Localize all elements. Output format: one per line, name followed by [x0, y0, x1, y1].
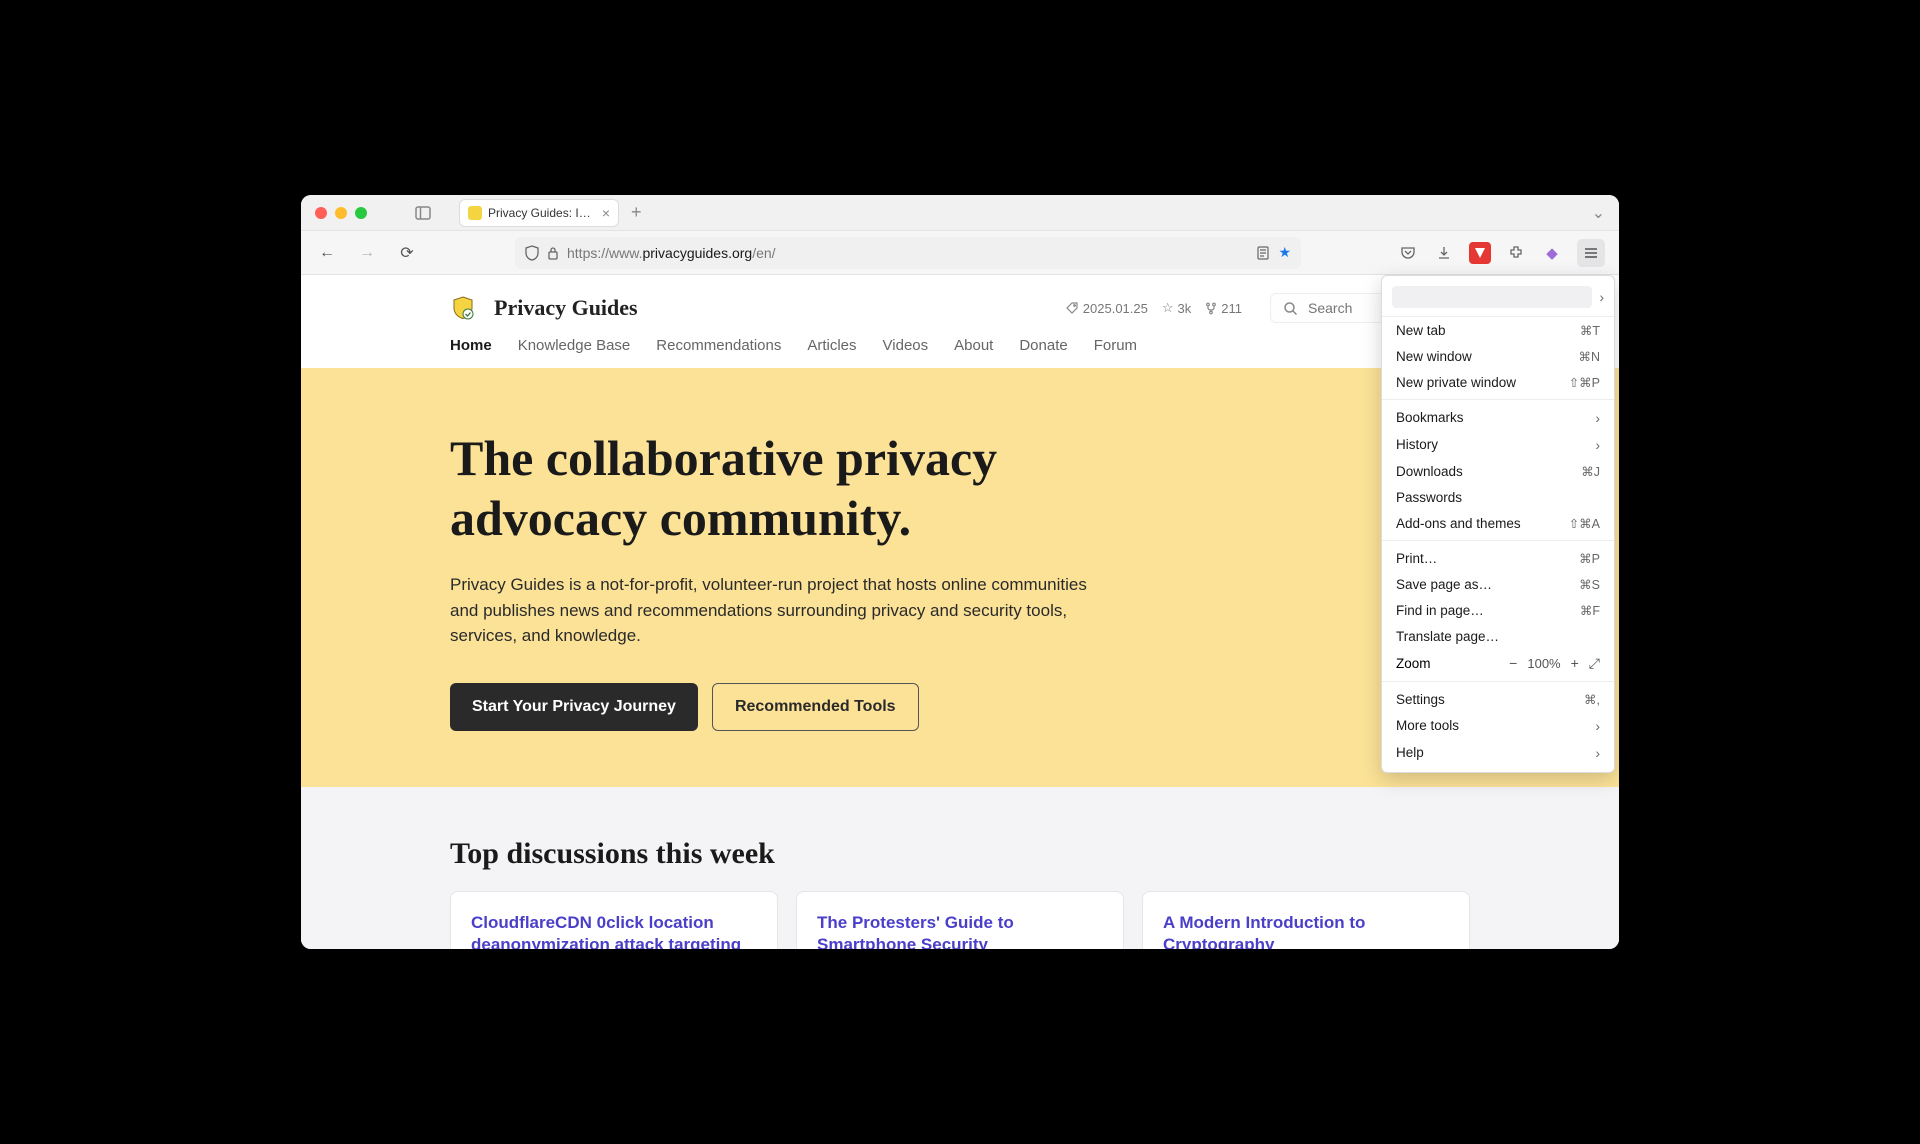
nav-articles[interactable]: Articles — [807, 337, 856, 354]
stars-count[interactable]: ☆ 3k — [1162, 300, 1191, 316]
nav-home[interactable]: Home — [450, 337, 492, 354]
site-title[interactable]: Privacy Guides — [494, 295, 638, 321]
extensions-icon[interactable] — [1505, 242, 1527, 264]
chevron-right-icon: › — [1595, 437, 1600, 453]
account-placeholder — [1392, 286, 1592, 308]
titlebar: Privacy Guides: Independent Pr × + ⌄ — [301, 195, 1619, 231]
menu-new-private-window[interactable]: New private window⇧⌘P — [1382, 369, 1614, 395]
url-text: https://www.privacyguides.org/en/ — [567, 245, 1248, 261]
downloads-icon[interactable] — [1433, 242, 1455, 264]
tabs-dropdown-icon[interactable]: ⌄ — [1592, 205, 1605, 222]
discussion-card-title[interactable]: A Modern Introduction to Cryptography — [1163, 912, 1449, 950]
zoom-in-button[interactable]: + — [1571, 655, 1579, 671]
tab-favicon-icon — [468, 206, 482, 220]
discussions-title: Top discussions this week — [450, 837, 1470, 871]
menu-zoom: Zoom − 100% + ⤢ — [1382, 649, 1614, 677]
nav-donate[interactable]: Donate — [1019, 337, 1067, 354]
reader-mode-icon[interactable] — [1256, 246, 1270, 260]
browser-window: Privacy Guides: Independent Pr × + ⌄ ← →… — [301, 195, 1619, 949]
url-bar[interactable]: https://www.privacyguides.org/en/ ★ — [515, 237, 1301, 269]
app-menu-button[interactable] — [1577, 239, 1605, 267]
back-button[interactable]: ← — [315, 244, 339, 262]
app-menu: › New tab⌘T New window⌘N New private win… — [1381, 275, 1615, 773]
menu-save-page[interactable]: Save page as…⌘S — [1382, 571, 1614, 597]
menu-translate[interactable]: Translate page… — [1382, 623, 1614, 649]
bookmark-star-icon[interactable]: ★ — [1278, 244, 1291, 261]
menu-account-row[interactable]: › — [1382, 282, 1614, 317]
menu-help[interactable]: Help› — [1382, 739, 1614, 766]
sidebar-toggle-icon[interactable] — [415, 206, 431, 220]
discussion-card[interactable]: CloudflareCDN 0click location deanonymiz… — [450, 891, 778, 950]
fullscreen-icon[interactable]: ⤢ — [1589, 655, 1600, 672]
star-icon: ☆ — [1162, 300, 1174, 316]
tab-title: Privacy Guides: Independent Pr — [488, 206, 596, 220]
browser-tab[interactable]: Privacy Guides: Independent Pr × — [459, 199, 619, 227]
menu-find-in-page[interactable]: Find in page…⌘F — [1382, 597, 1614, 623]
discussions-section: Top discussions this week CloudflareCDN … — [301, 787, 1619, 950]
chevron-right-icon: › — [1595, 410, 1600, 426]
extension-red-icon[interactable] — [1469, 242, 1491, 264]
discussion-card-title[interactable]: The Protesters' Guide to Smartphone Secu… — [817, 912, 1103, 950]
lock-icon[interactable] — [547, 246, 559, 260]
chevron-right-icon: › — [1595, 718, 1600, 734]
pocket-icon[interactable] — [1397, 242, 1419, 264]
zoom-out-button[interactable]: − — [1509, 655, 1517, 671]
nav-about[interactable]: About — [954, 337, 993, 354]
search-icon — [1283, 301, 1298, 316]
reload-button[interactable]: ⟳ — [395, 243, 419, 263]
recommended-tools-button[interactable]: Recommended Tools — [712, 683, 919, 731]
chevron-right-icon: › — [1600, 290, 1605, 305]
window-minimize-button[interactable] — [335, 207, 347, 219]
nav-knowledge-base[interactable]: Knowledge Base — [518, 337, 631, 354]
forward-button[interactable]: → — [355, 244, 379, 262]
version-tag[interactable]: 2025.01.25 — [1066, 301, 1148, 316]
menu-more-tools[interactable]: More tools› — [1382, 712, 1614, 739]
hero-subtitle: Privacy Guides is a not-for-profit, volu… — [450, 572, 1100, 649]
forks-count[interactable]: 211 — [1205, 301, 1242, 316]
menu-passwords[interactable]: Passwords — [1382, 484, 1614, 510]
menu-downloads[interactable]: Downloads⌘J — [1382, 458, 1614, 484]
menu-settings[interactable]: Settings⌘, — [1382, 686, 1614, 712]
window-maximize-button[interactable] — [355, 207, 367, 219]
discussion-card[interactable]: A Modern Introduction to Cryptography Po… — [1142, 891, 1470, 950]
shield-icon[interactable] — [525, 245, 539, 261]
nav-videos[interactable]: Videos — [883, 337, 929, 354]
window-close-button[interactable] — [315, 207, 327, 219]
extension-purple-icon[interactable]: ◆ — [1541, 242, 1563, 264]
site-nav: Home Knowledge Base Recommendations Arti… — [450, 337, 1470, 368]
menu-history[interactable]: History› — [1382, 431, 1614, 458]
discussion-card-title[interactable]: CloudflareCDN 0click location deanonymiz… — [471, 912, 757, 950]
menu-addons[interactable]: Add-ons and themes⇧⌘A — [1382, 510, 1614, 536]
start-journey-button[interactable]: Start Your Privacy Journey — [450, 683, 698, 731]
new-tab-button[interactable]: + — [631, 202, 642, 223]
traffic-lights — [315, 207, 367, 219]
toolbar: ← → ⟳ https://www.privacyguides.org/en/ … — [301, 231, 1619, 275]
menu-new-tab[interactable]: New tab⌘T — [1382, 317, 1614, 343]
site-logo-icon[interactable] — [450, 295, 476, 321]
chevron-right-icon: › — [1595, 745, 1600, 761]
menu-print[interactable]: Print…⌘P — [1382, 545, 1614, 571]
hero-title: The collaborative privacy advocacy commu… — [450, 428, 1130, 548]
discussion-card[interactable]: The Protesters' Guide to Smartphone Secu… — [796, 891, 1124, 950]
menu-new-window[interactable]: New window⌘N — [1382, 343, 1614, 369]
nav-recommendations[interactable]: Recommendations — [656, 337, 781, 354]
menu-bookmarks[interactable]: Bookmarks› — [1382, 404, 1614, 431]
tab-close-icon[interactable]: × — [602, 205, 610, 221]
nav-forum[interactable]: Forum — [1094, 337, 1137, 354]
zoom-value: 100% — [1527, 656, 1560, 671]
